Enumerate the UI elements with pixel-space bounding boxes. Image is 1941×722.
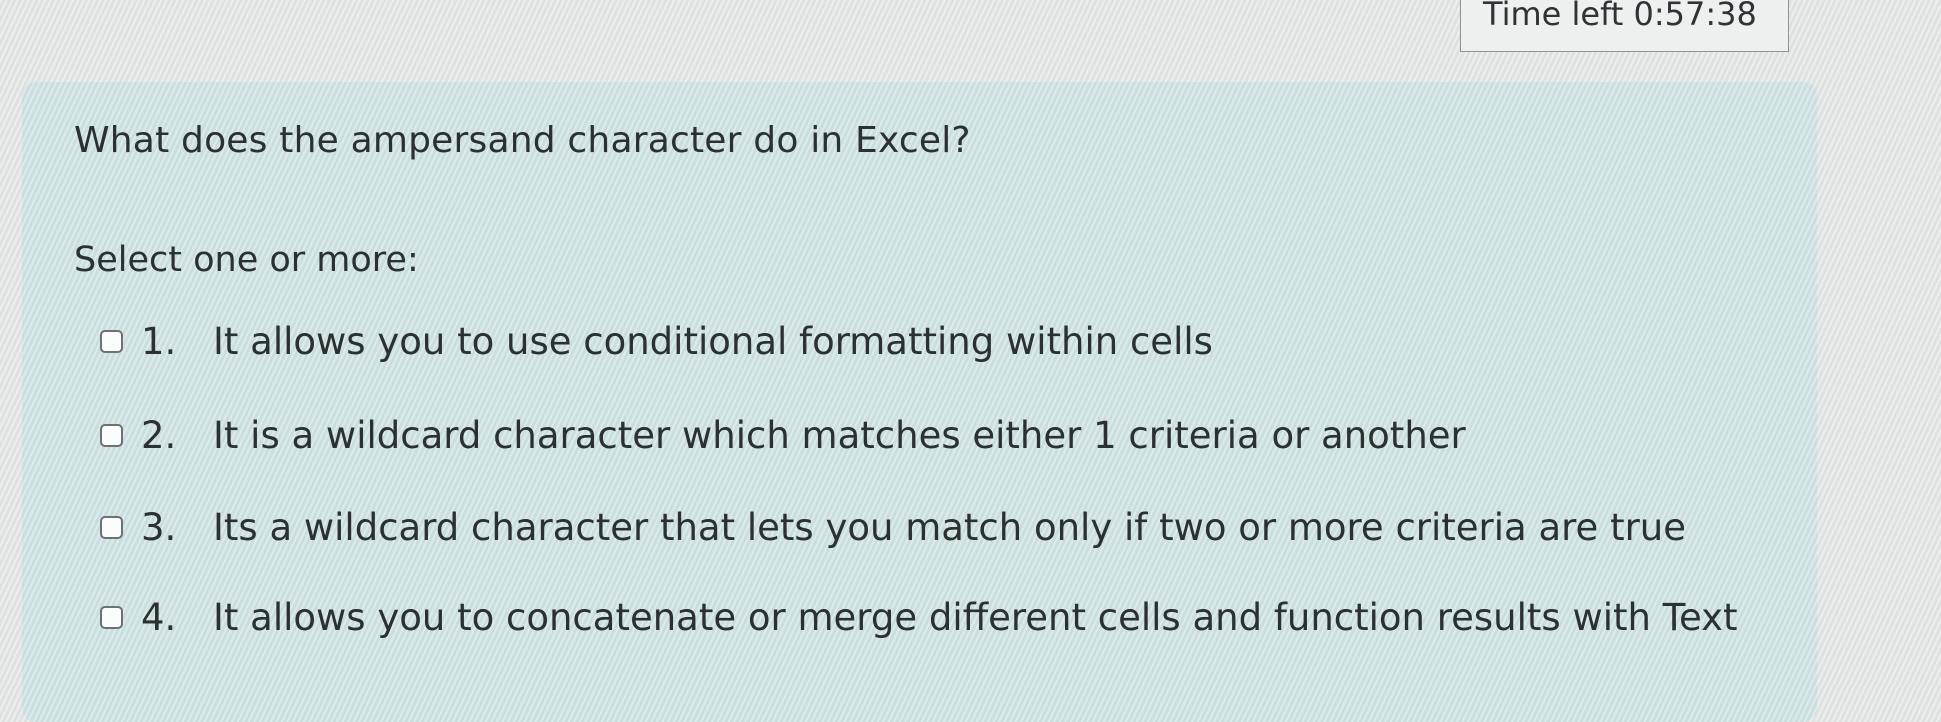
answer-option-2[interactable]: 2. It is a wildcard character which matc…	[100, 414, 1466, 457]
answer-option-1[interactable]: 1. It allows you to use conditional form…	[100, 320, 1213, 363]
answer-4-number: 4.	[141, 596, 177, 639]
answer-2-checkbox[interactable]	[100, 424, 123, 447]
question-card: What does the ampersand character do in …	[22, 82, 1817, 722]
answer-4-label[interactable]: It allows you to concatenate or merge di…	[213, 596, 1738, 639]
answer-1-label[interactable]: It allows you to use conditional formatt…	[213, 320, 1213, 363]
answer-3-number: 3.	[141, 506, 177, 549]
answer-3-checkbox[interactable]	[100, 516, 123, 539]
answer-1-checkbox[interactable]	[100, 330, 123, 353]
answer-2-label[interactable]: It is a wildcard character which matches…	[213, 414, 1466, 457]
answer-2-number: 2.	[141, 414, 177, 457]
time-left-text: Time left 0:57:38	[1483, 0, 1757, 33]
answer-3-label[interactable]: Its a wildcard character that lets you m…	[213, 506, 1686, 549]
answer-1-number: 1.	[141, 320, 177, 363]
question-text: What does the ampersand character do in …	[74, 120, 971, 161]
answer-4-checkbox[interactable]	[100, 606, 123, 629]
answer-option-4[interactable]: 4. It allows you to concatenate or merge…	[100, 596, 1738, 639]
answer-option-3[interactable]: 3. Its a wildcard character that lets yo…	[100, 506, 1686, 549]
time-left-timer: Time left 0:57:38	[1460, 0, 1789, 52]
select-prompt: Select one or more:	[74, 240, 419, 280]
